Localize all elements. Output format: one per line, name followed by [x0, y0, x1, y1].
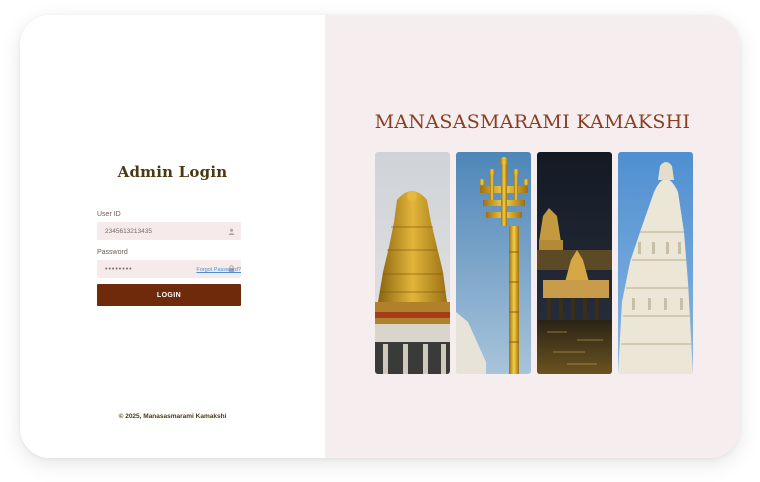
user-icon	[227, 227, 235, 235]
user-id-field[interactable]	[97, 222, 241, 240]
brand-panel: MANASASMARAMI KAMAKSHI	[325, 15, 740, 458]
password-label: Password	[97, 249, 128, 256]
golden-flagstaff-image	[456, 152, 531, 374]
brand-title: MANASASMARAMI KAMAKSHI	[374, 111, 691, 133]
golden-gopuram-image	[375, 152, 450, 374]
login-card: Admin Login User ID Password Forgot Pass…	[20, 15, 740, 458]
copyright-footer: © 2025, Manasasmarami Kamakshi	[118, 413, 227, 420]
user-id-input[interactable]	[105, 227, 227, 235]
page-title: Admin Login	[117, 163, 228, 181]
forgot-password-link[interactable]: Forgot Password?	[97, 267, 241, 273]
login-button[interactable]: LOGIN	[97, 284, 241, 306]
white-gopuram-image	[618, 152, 693, 374]
login-panel: Admin Login User ID Password Forgot Pass…	[20, 15, 325, 458]
temple-gallery	[375, 152, 693, 374]
user-id-label: User ID	[97, 211, 121, 218]
temple-tank-night-image	[537, 152, 612, 374]
